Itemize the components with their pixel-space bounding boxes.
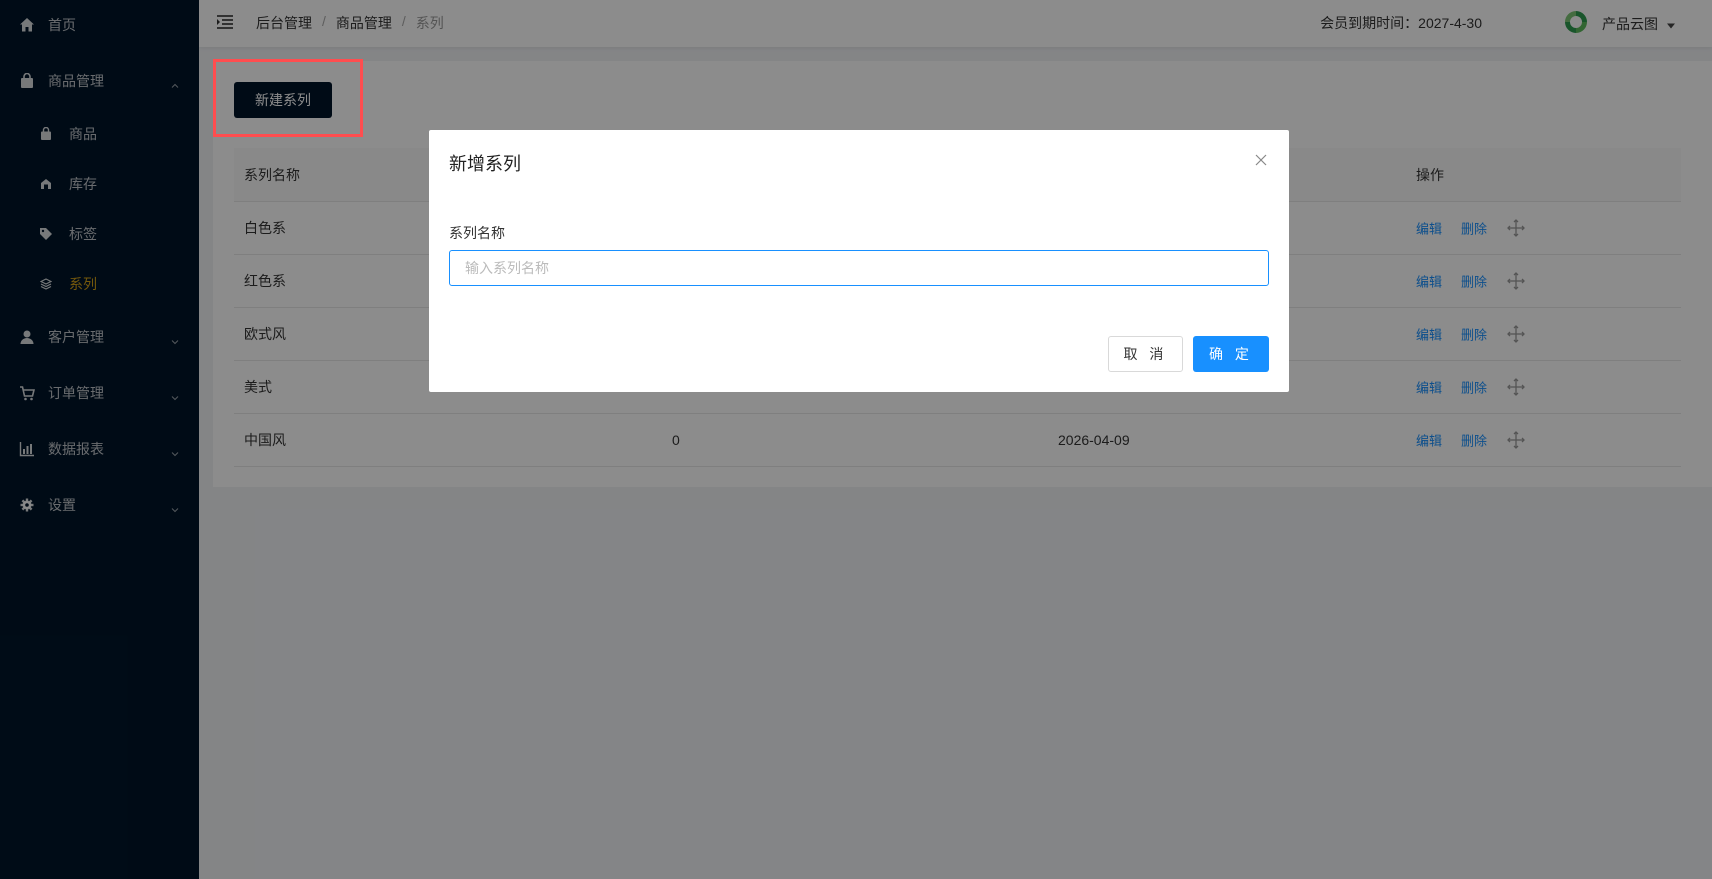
cancel-button[interactable]: 取 消 <box>1108 336 1183 372</box>
highlight-box <box>213 59 363 137</box>
close-icon[interactable] <box>1253 152 1269 168</box>
series-name-label: 系列名称 <box>449 225 505 241</box>
new-series-dialog: 新增系列 系列名称 取 消 确 定 <box>429 130 1289 392</box>
confirm-button[interactable]: 确 定 <box>1193 336 1269 372</box>
dialog-title: 新增系列 <box>449 154 521 174</box>
series-name-input[interactable] <box>449 250 1269 286</box>
